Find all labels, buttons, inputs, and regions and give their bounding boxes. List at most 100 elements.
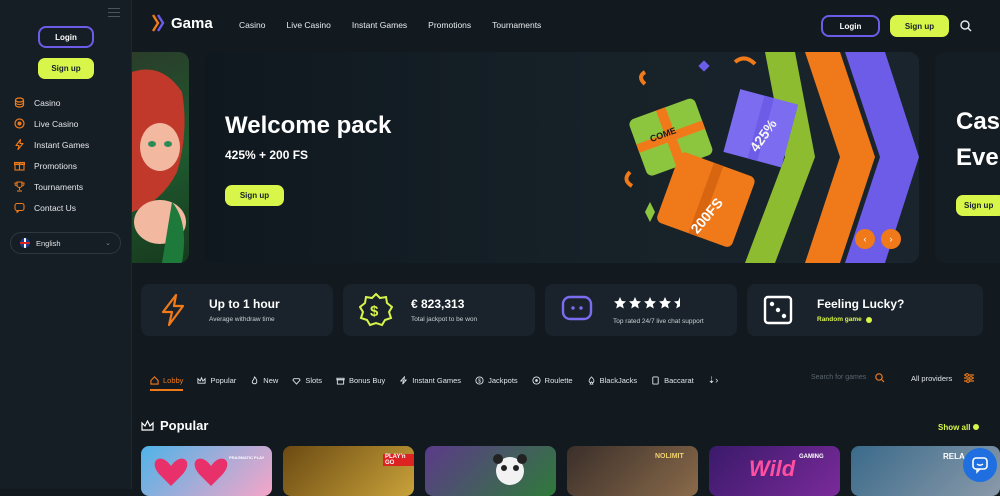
tab-label: Bonus Buy — [349, 375, 386, 385]
search-icon[interactable] — [960, 20, 972, 32]
diamond-icon — [292, 377, 301, 385]
coin-icon: $ — [475, 375, 484, 384]
sidebar-item-instant-games[interactable]: Instant Games — [14, 134, 89, 155]
stat-jackpot: $ € 823,313 Total jackpot to be won — [343, 284, 535, 336]
spade-icon — [588, 375, 594, 385]
tab-popular[interactable]: Popular — [197, 376, 236, 385]
tab-roulette[interactable]: Roulette — [532, 376, 573, 385]
gift-icon — [14, 160, 25, 171]
logo-text: Gama — [171, 14, 213, 32]
sidebar-item-label: Tournaments — [34, 181, 84, 192]
rating-stars-icon — [614, 297, 680, 309]
sidebar-login-button[interactable]: Login — [38, 26, 94, 48]
header-signup-button[interactable]: Sign up — [890, 15, 949, 37]
sidebar-item-label: Live Casino — [34, 118, 79, 129]
next-banner-signup-button[interactable]: Sign up — [956, 195, 1000, 216]
trophy-icon — [14, 181, 25, 192]
tab-blackjacks[interactable]: BlackJacks — [587, 375, 637, 385]
tab-jackpots[interactable]: $ Jackpots — [475, 376, 518, 385]
provider-label: RELA — [943, 452, 965, 461]
tab-lobby[interactable]: Lobby — [150, 375, 184, 391]
sidebar-item-contact-us[interactable]: Contact Us — [14, 197, 89, 218]
nav-casino[interactable]: Casino — [239, 20, 265, 30]
banner-signup-button[interactable]: Sign up — [225, 185, 284, 206]
providers-dropdown[interactable]: All providers — [911, 374, 952, 383]
sidebar-item-casino[interactable]: Casino — [14, 92, 89, 113]
tab-label: Popular — [210, 375, 237, 385]
search-games-input[interactable]: Search for games — [811, 374, 866, 381]
sidebar-item-label: Contact Us — [34, 202, 77, 213]
tab-label: Baccarat — [664, 375, 694, 385]
nav-instant-games[interactable]: Instant Games — [352, 20, 407, 30]
sidebar-menu: Casino Live Casino Instant Games Promoti… — [14, 92, 89, 218]
filter-icon[interactable] — [963, 372, 975, 384]
live-icon — [14, 118, 25, 129]
tab-label: Roulette — [544, 375, 573, 385]
stat-title: Feeling Lucky? — [817, 297, 905, 311]
arrow-circle-icon — [972, 424, 979, 430]
live-chat-button[interactable] — [963, 448, 997, 482]
stat-title: € 823,313 — [411, 297, 465, 311]
tab-label: Slots — [305, 375, 322, 385]
arrow-circle-icon — [865, 316, 872, 323]
banner-next-button[interactable]: › — [881, 229, 901, 249]
tab-instant-games[interactable]: Instant Games — [399, 375, 461, 385]
tab-baccarat[interactable]: Baccarat — [651, 376, 694, 385]
show-all-link[interactable]: Show all — [938, 423, 979, 432]
sidebar-signup-button[interactable]: Sign up — [38, 58, 94, 79]
card-icon — [652, 375, 659, 385]
top-bar: Gama Casino Live Casino Instant Games Pr… — [132, 0, 1000, 52]
categories-more-button[interactable]: ⇣› — [708, 375, 719, 386]
gift-icon — [336, 377, 345, 385]
next-banner-title-line-2: Eve — [956, 144, 999, 171]
popular-section-title: Popular — [141, 418, 208, 433]
main-nav: Casino Live Casino Instant Games Promoti… — [239, 20, 562, 30]
sidebar-item-promotions[interactable]: Promotions — [14, 155, 89, 176]
banner-prev-button[interactable]: ‹ — [855, 229, 875, 249]
search-icon[interactable] — [875, 373, 885, 383]
chat-bubble-icon — [561, 295, 593, 321]
banner-subtitle: 425% + 200 FS — [225, 148, 309, 162]
stat-title: Up to 1 hour — [209, 297, 280, 311]
tab-bonus-buy[interactable]: Bonus Buy — [336, 376, 385, 385]
sidebar-item-live-casino[interactable]: Live Casino — [14, 113, 89, 134]
tab-slots[interactable]: Slots — [292, 376, 322, 385]
game-categories: Lobby Popular New Slots Bonus Buy Instan… — [150, 370, 719, 391]
next-banner-thumbnail[interactable]: Cas Eve Sign up — [935, 52, 1000, 263]
provider-label: GAMING — [799, 454, 824, 460]
chevron-right-icon: ⇣› — [707, 374, 719, 385]
tab-label: New — [263, 375, 279, 385]
stat-feeling-lucky[interactable]: Feeling Lucky? Random game — [747, 284, 983, 336]
logo-mark-icon — [152, 14, 165, 32]
provider-label: NOLIMIT — [655, 453, 684, 460]
next-banner-title: Cas Eve — [956, 104, 1000, 176]
sidebar-item-tournaments[interactable]: Tournaments — [14, 176, 89, 197]
welcome-banner[interactable]: Welcome pack 425% + 200 FS Sign up COME … — [205, 52, 919, 263]
previous-banner-thumbnail[interactable] — [132, 52, 189, 263]
home-icon — [150, 375, 159, 385]
crown-icon — [197, 376, 206, 384]
nav-tournaments[interactable]: Tournaments — [492, 20, 541, 30]
dollar-badge-icon: $ — [359, 293, 393, 327]
nav-promotions[interactable]: Promotions — [428, 20, 471, 30]
svg-text:$: $ — [370, 303, 379, 320]
sidebar-collapse-icon[interactable] — [108, 8, 120, 20]
uk-flag-icon — [20, 238, 30, 248]
sidebar-item-label: Promotions — [34, 160, 77, 171]
flame-icon — [252, 375, 258, 384]
header-login-button[interactable]: Login — [821, 15, 880, 37]
tab-new[interactable]: New — [250, 376, 278, 385]
logo[interactable]: Gama — [152, 14, 213, 32]
stat-withdraw-time: Up to 1 hour Average withdraw time — [141, 284, 333, 336]
random-game-link[interactable]: Random game — [817, 316, 872, 323]
sidebar: Login Sign up Casino Live Casino Instant… — [0, 0, 132, 489]
stat-subtitle: Average withdraw time — [209, 316, 275, 323]
tab-label: Jackpots — [488, 375, 518, 385]
sidebar-item-label: Casino — [34, 97, 61, 108]
language-selector[interactable]: English ⌄ — [10, 232, 121, 254]
mermaid-character-art — [132, 69, 186, 263]
lightning-icon — [14, 139, 25, 150]
lightning-icon — [161, 294, 185, 326]
stat-live-chat: Top rated 24/7 live chat support — [545, 284, 737, 336]
nav-live-casino[interactable]: Live Casino — [286, 20, 330, 30]
